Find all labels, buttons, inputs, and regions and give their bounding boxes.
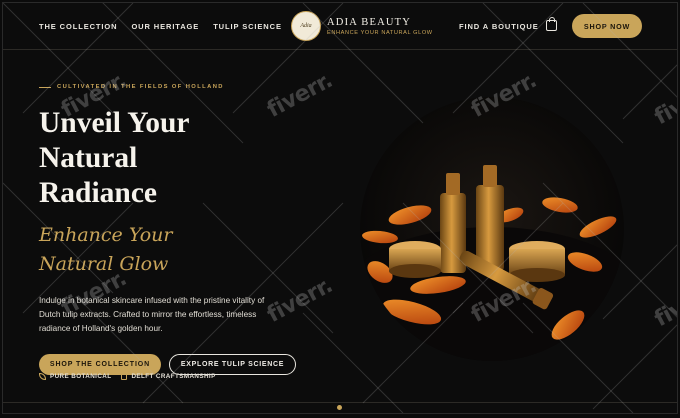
hero-eyebrow: CULTIVATED IN THE FIELDS OF HOLLAND: [39, 84, 224, 90]
nav-link-collection[interactable]: THE COLLECTION: [39, 22, 117, 31]
eyebrow-rule: [39, 86, 51, 88]
page-frame: THE COLLECTION OUR HERITAGE TULIP SCIENC…: [2, 2, 678, 414]
carousel-indicator-dot[interactable]: [337, 405, 342, 410]
brand-lockup[interactable]: Adia ADIA BEAUTY ENHANCE YOUR NATURAL GL…: [291, 11, 433, 41]
leaf-icon: [39, 373, 46, 380]
header-divider: [3, 49, 677, 50]
feature-pure-botanical: PURE BOTANICAL: [39, 373, 111, 380]
shopping-bag-icon[interactable]: [546, 17, 557, 31]
product-illustration: [360, 97, 624, 361]
top-navigation: THE COLLECTION OUR HERITAGE TULIP SCIENC…: [3, 3, 677, 49]
footer-divider: [3, 402, 677, 403]
nav-link-find-boutique[interactable]: FIND A BOUTIQUE: [459, 22, 539, 31]
nav-link-tulip-science[interactable]: TULIP SCIENCE: [213, 22, 282, 31]
logo-monogram: Adia: [300, 23, 312, 29]
nav-link-heritage[interactable]: OUR HERITAGE: [131, 22, 199, 31]
lantern-icon: [121, 373, 128, 380]
headline-line-1: Unveil Your: [39, 107, 190, 139]
hero-script-subtitle: Enhance Your Natural Glow: [39, 224, 173, 275]
hero-product-image: [360, 97, 624, 361]
primary-nav: THE COLLECTION OUR HERITAGE TULIP SCIENC…: [39, 22, 282, 31]
feature-label: PURE BOTANICAL: [50, 373, 112, 380]
hero-headline: Unveil Your Natural Radiance: [39, 106, 190, 211]
watermark-text: fiverr.: [650, 298, 678, 333]
feature-label: DELFT CRAFTSMANSHIP: [131, 373, 216, 380]
brand-name: ADIA BEAUTY: [327, 16, 412, 28]
watermark-text: fiverr.: [263, 273, 337, 328]
explore-tulip-science-button[interactable]: EXPLORE TULIP SCIENCE: [169, 354, 296, 375]
feature-list: PURE BOTANICAL DELFT CRAFTSMANSHIP: [39, 373, 216, 380]
hero-description: Indulge in botanical skincare infused wi…: [39, 296, 265, 333]
brand-tagline: ENHANCE YOUR NATURAL GLOW: [327, 29, 433, 36]
headline-line-2: Natural: [39, 142, 138, 174]
shop-now-button[interactable]: SHOP NOW: [572, 14, 642, 38]
watermark-text: fiverr.: [650, 96, 678, 131]
headline-line-3: Radiance: [39, 177, 157, 209]
eyebrow-text: CULTIVATED IN THE FIELDS OF HOLLAND: [57, 84, 224, 90]
brand-logo: Adia: [291, 11, 321, 41]
feature-delft-craftsmanship: DELFT CRAFTSMANSHIP: [121, 373, 215, 380]
shop-collection-button[interactable]: SHOP THE COLLECTION: [39, 354, 161, 375]
watermark-text: fiverr.: [263, 68, 337, 123]
